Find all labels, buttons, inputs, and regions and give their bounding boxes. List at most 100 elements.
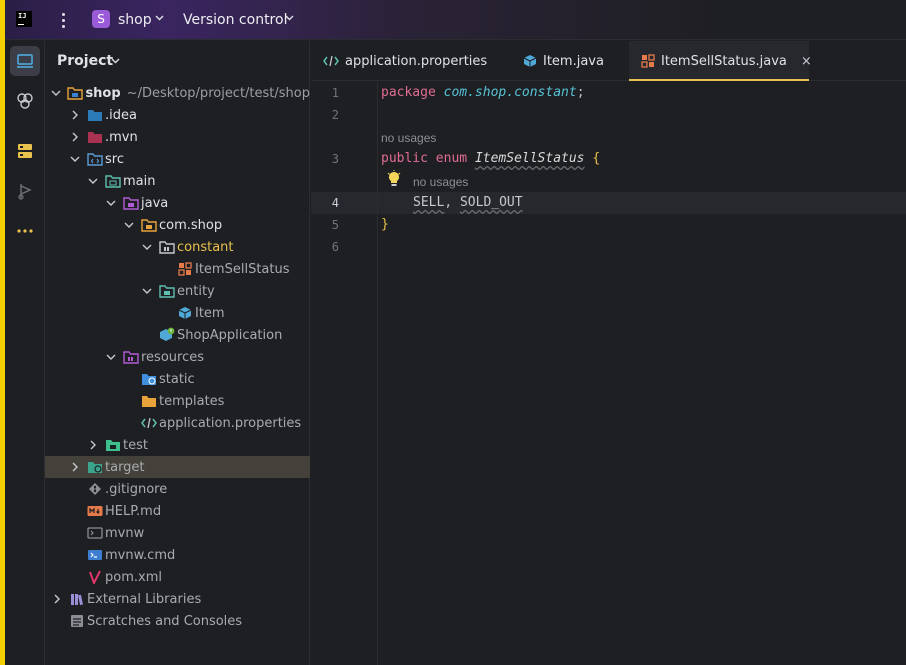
line-number: 4 (331, 196, 339, 210)
chevron-down-icon[interactable] (141, 241, 153, 253)
title-bar: IJ S shop Version control (5, 0, 906, 40)
folder-icon (141, 393, 157, 409)
folder-icon (87, 107, 103, 123)
chevron-right-icon[interactable] (69, 461, 81, 473)
semicolon: ; (576, 85, 585, 100)
tab-application-properties[interactable]: application.properties (323, 41, 487, 81)
chevron-right-icon[interactable] (69, 131, 81, 143)
project-selector[interactable]: shop (118, 12, 152, 28)
chevron-down-icon[interactable] (155, 15, 164, 21)
chevron-down-icon[interactable] (285, 15, 294, 21)
chevron-right-icon[interactable] (69, 109, 81, 121)
enum-constant: SELL (413, 195, 445, 210)
tree-item-mvnw-cmd[interactable]: mvnw.cmd (45, 544, 310, 566)
usages-hint[interactable]: no usages (413, 175, 468, 189)
tree-item-src[interactable]: src (45, 148, 310, 170)
tab-item-java[interactable]: Item.java (523, 41, 604, 81)
cmd-script-icon (87, 547, 103, 563)
tree-item-application-properties[interactable]: application.properties (45, 412, 310, 434)
tree-item-itemsellstatus[interactable]: ItemSellStatus (45, 258, 310, 280)
tree-item-label: static (159, 371, 195, 387)
chevron-down-icon[interactable] (105, 197, 117, 209)
tree-item-constant[interactable]: constant (45, 236, 310, 258)
tree-item-static[interactable]: static (45, 368, 310, 390)
chevron-down-icon[interactable] (105, 351, 117, 363)
code-editor[interactable]: 1 2 3 4 5 6 package com.shop.constant; n… (311, 82, 906, 665)
tree-item-java[interactable]: java (45, 192, 310, 214)
package-name: com.shop.constant (443, 85, 577, 100)
line-number: 2 (331, 108, 339, 122)
tree-item-help-md[interactable]: HELP.md (45, 500, 310, 522)
ai-assistant-icon[interactable] (10, 86, 40, 116)
tree-item-label: .idea (105, 107, 137, 123)
chevron-down-icon[interactable] (51, 87, 61, 99)
lightbulb-icon[interactable] (387, 170, 401, 188)
version-control-menu[interactable]: Version control (183, 12, 287, 28)
tree-item-mvn[interactable]: .mvn (45, 126, 310, 148)
usages-hint[interactable]: no usages (381, 131, 436, 145)
module-folder-icon (67, 85, 84, 101)
tree-item-label: ItemSellStatus (195, 261, 290, 277)
git-file-icon (87, 481, 103, 497)
chevron-right-icon[interactable] (87, 439, 99, 451)
tree-item-templates[interactable]: templates (45, 390, 310, 412)
line-number: 3 (331, 152, 339, 166)
tree-item-shop[interactable]: shop ~/Desktop/project/test/shop (45, 82, 310, 104)
keyword: public (381, 151, 428, 166)
chevron-right-icon[interactable] (51, 593, 63, 605)
tree-item-entity[interactable]: entity (45, 280, 310, 302)
line-number: 1 (331, 86, 339, 100)
chevron-down-icon[interactable] (69, 153, 81, 165)
tree-item-target[interactable]: target (45, 456, 310, 478)
shell-script-icon (87, 525, 103, 541)
tree-item-item[interactable]: Item (45, 302, 310, 324)
java-class-icon (177, 305, 193, 321)
tree-item-pom-xml[interactable]: pom.xml (45, 566, 310, 588)
tree-item-label: main (123, 173, 156, 189)
tree-item-label: test (123, 437, 148, 453)
tree-item-resources[interactable]: resources (45, 346, 310, 368)
tree-item-path: ~/Desktop/project/test/shop (126, 85, 310, 101)
tree-item-main[interactable]: main (45, 170, 310, 192)
main-menu-icon[interactable] (57, 10, 69, 30)
intellij-logo-icon[interactable]: IJ (16, 11, 32, 27)
project-badge[interactable]: S (92, 10, 110, 28)
tree-item-label: HELP.md (105, 503, 162, 519)
chevron-down-icon[interactable] (111, 58, 120, 64)
tree-item-external-libraries[interactable]: External Libraries (45, 588, 310, 610)
run-debug-icon[interactable] (10, 176, 40, 206)
resources-folder-icon (123, 349, 139, 365)
tree-item-label: application.properties (159, 415, 302, 431)
line-number-gutter: 1 2 3 4 5 6 (311, 82, 378, 665)
chevron-down-icon[interactable] (87, 175, 99, 187)
tree-item-label: templates (159, 393, 225, 409)
tab-label: ItemSellStatus.java (661, 53, 787, 69)
tree-item-scratches[interactable]: Scratches and Consoles (45, 610, 310, 632)
tree-item-label: java (141, 195, 169, 211)
tree-item-test[interactable]: test (45, 434, 310, 456)
tree-item-com-shop[interactable]: com.shop (45, 214, 310, 236)
database-icon[interactable] (10, 136, 40, 166)
more-tools-icon[interactable] (10, 216, 40, 246)
project-panel-title[interactable]: Project (57, 53, 113, 69)
tree-item-label: .gitignore (105, 481, 168, 497)
markdown-file-icon (87, 503, 103, 519)
code-line-1[interactable]: package com.shop.constant; (381, 85, 585, 100)
chevron-down-icon[interactable] (141, 285, 153, 297)
code-line-5[interactable]: } (381, 217, 389, 232)
project-view-icon[interactable] (10, 46, 40, 76)
code-line-4[interactable]: SELL, SOLD_OUT (413, 195, 523, 210)
tree-item-label: target (105, 459, 145, 475)
line-number: 5 (331, 218, 339, 232)
tree-item-mvnw[interactable]: mvnw (45, 522, 310, 544)
tree-item-shopapplication[interactable]: ShopApplication (45, 324, 310, 346)
chevron-down-icon[interactable] (123, 219, 135, 231)
tree-item-gitignore[interactable]: .gitignore (45, 478, 310, 500)
excluded-folder-icon (87, 459, 103, 475)
keyword: package (381, 85, 436, 100)
code-line-3[interactable]: public enum ItemSellStatus { (381, 151, 600, 166)
tree-item-idea[interactable]: .idea (45, 104, 310, 126)
tab-itemsellstatus-java[interactable]: ItemSellStatus.java × (629, 41, 812, 81)
close-icon[interactable]: × (801, 54, 812, 69)
scratches-icon (69, 613, 85, 629)
